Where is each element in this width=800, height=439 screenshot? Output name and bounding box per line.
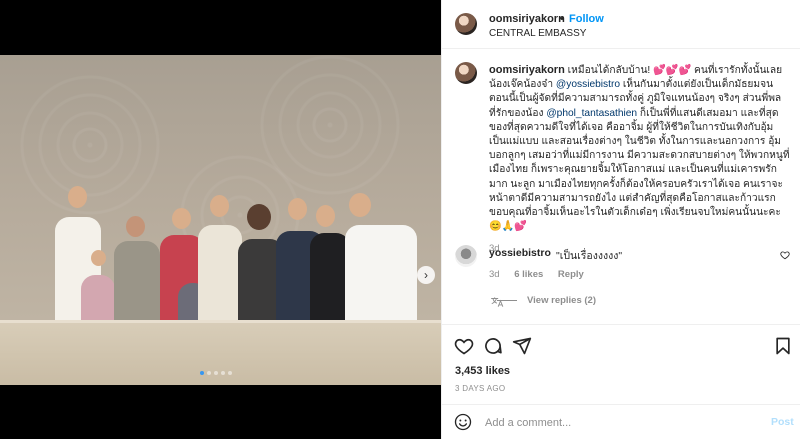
person-head [247,204,271,230]
person-head [288,198,307,220]
carousel-dot [207,371,211,375]
post-location[interactable]: CENTRAL EMBASSY [489,28,586,39]
follow-button[interactable]: Follow [569,13,604,25]
save-bookmark-icon[interactable] [773,336,793,356]
table [0,323,441,385]
carousel-next-button[interactable]: › [417,266,435,284]
comment-time[interactable]: 3d [489,269,500,280]
like-heart-icon[interactable] [454,336,474,356]
mention-link[interactable]: @phol_tantasathien [546,108,637,119]
person-head [316,205,335,227]
emoji-smiley-icon[interactable] [454,413,472,431]
carousel-indicator [200,371,232,375]
caption-emoji: 😊🙏💕 [489,221,528,233]
view-replies-label: View replies (2) [527,295,596,306]
carousel-dot [200,371,204,375]
author-username[interactable]: oomsiriyakorn [489,13,565,25]
person [198,225,242,335]
comment-text: "เป็นเรื่องงงงง" [556,250,623,262]
reply-button[interactable]: Reply [558,269,584,280]
add-comment-bar: Post [442,404,800,439]
person [345,225,417,335]
likes-count[interactable]: 3,453 likes [455,365,510,377]
caption-part: ก็เป็นพี่ที่แสนดีเสมอมา และที่สุดของที่ส… [489,107,790,219]
separator-dot: • [560,13,564,25]
person-head [349,193,371,217]
caption-text: oomsiriyakorn เหมือนได้กลับบ้าน! 💕💕💕 คนท… [489,63,791,257]
add-comment-input[interactable] [483,413,757,433]
view-replies-button[interactable]: View replies (2) [497,295,596,306]
author-avatar[interactable] [455,13,477,35]
comment-bubble-icon[interactable] [483,336,503,356]
comment-like-heart-icon[interactable] [780,250,790,263]
carousel-dot [228,371,232,375]
post-media: › [0,0,441,439]
post-header: oomsiriyakorn • Follow CENTRAL EMBASSY [442,0,800,49]
person-head [91,250,106,266]
caption-part: เหมือนได้กลับบ้าน! [567,65,651,76]
person-head [210,195,229,217]
mention-link[interactable]: @yossiebistro [556,79,620,90]
post-side-panel: oomsiriyakorn • Follow CENTRAL EMBASSY o… [441,0,800,439]
post-date[interactable]: 3 DAYS AGO [455,384,505,393]
view-replies-line [497,300,517,301]
comment-likes[interactable]: 6 likes [514,269,543,280]
instagram-post-modal: › oomsiriyakorn • Follow CENTRAL EMBASSY… [0,0,800,439]
person-head [126,216,145,237]
carousel-dot [214,371,218,375]
post-comment-button[interactable]: Post [771,416,794,428]
commenter-avatar[interactable] [455,245,477,267]
caption-author-username[interactable]: oomsiriyakorn [489,64,565,76]
carousel-dot [221,371,225,375]
caption-author-avatar[interactable] [455,62,477,84]
comment-meta: 3d 6 likes Reply [489,269,596,280]
share-plane-icon[interactable] [512,336,532,356]
caption-emoji: 💕💕💕 [653,65,692,76]
person-head [172,208,191,229]
person-head [68,186,87,208]
post-photo[interactable]: › [0,55,441,385]
commenter-username[interactable]: yossiebistro [489,247,551,259]
